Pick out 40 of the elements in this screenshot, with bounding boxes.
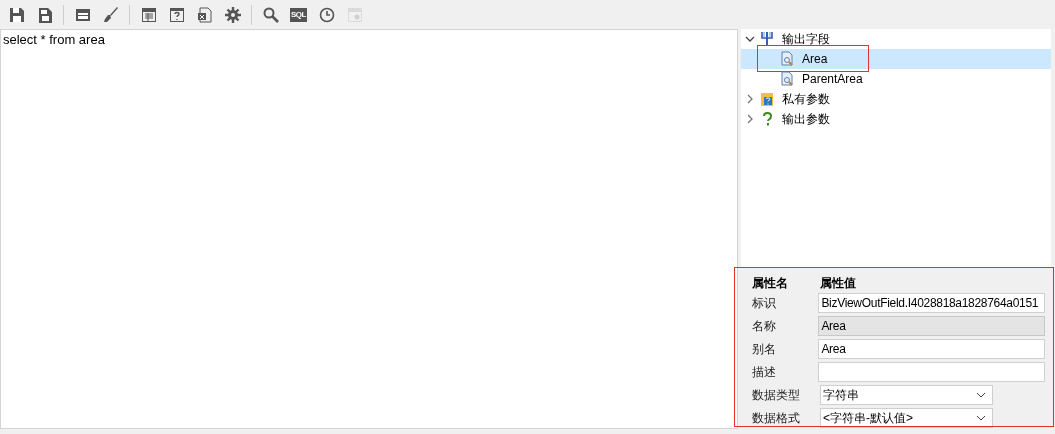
table-icon	[139, 5, 158, 24]
brush-icon	[101, 5, 120, 24]
document-search-icon	[780, 71, 794, 87]
dropdown[interactable]: <字符串-默认值>	[820, 407, 993, 428]
tree-item[interactable]: 输出字段	[741, 29, 1051, 49]
sql-button[interactable]: SQL	[286, 2, 311, 27]
question-icon	[760, 111, 774, 127]
input-field[interactable]: BizViewOutField.I4028818a1828764a0151	[818, 292, 1045, 313]
chevron-down-icon	[745, 34, 755, 44]
property-name: 名称	[752, 317, 777, 335]
save-icon	[7, 5, 26, 24]
property-name: 描述	[752, 363, 777, 381]
sql-editor[interactable]: select * from area	[3, 31, 735, 48]
property-name: 数据类型	[752, 386, 801, 404]
preview-icon	[345, 5, 364, 24]
spreadsheet-icon	[195, 5, 214, 24]
property-name: 数据格式	[752, 409, 801, 427]
tree-item[interactable]: 输出参数	[741, 109, 1051, 129]
tree-item[interactable]: ParentArea	[741, 69, 1051, 89]
tree-label: ParentArea	[802, 71, 863, 88]
tree-item[interactable]: Area	[741, 49, 1051, 69]
document-search-icon	[780, 51, 794, 67]
clock-icon	[317, 5, 336, 24]
tree-item[interactable]: 私有参数	[741, 89, 1051, 109]
tree-label: 输出字段	[782, 31, 830, 48]
property-name: 别名	[752, 340, 777, 358]
property-name: 标识	[752, 294, 777, 312]
input-field[interactable]	[818, 361, 1045, 382]
tree-label: 输出参数	[782, 111, 830, 128]
dropdown[interactable]: 字符串	[820, 384, 993, 405]
help-icon	[167, 5, 186, 24]
tree-label: Area	[802, 51, 828, 68]
input-field[interactable]: Area	[818, 338, 1045, 359]
tree-label: 私有参数	[782, 91, 830, 108]
column-header: 属性值	[820, 276, 856, 290]
folder-question-icon	[760, 91, 774, 107]
settings-icon	[223, 5, 242, 24]
pin-icon	[760, 31, 774, 47]
search-icon	[261, 5, 280, 24]
column-header: 属性名	[752, 276, 789, 290]
